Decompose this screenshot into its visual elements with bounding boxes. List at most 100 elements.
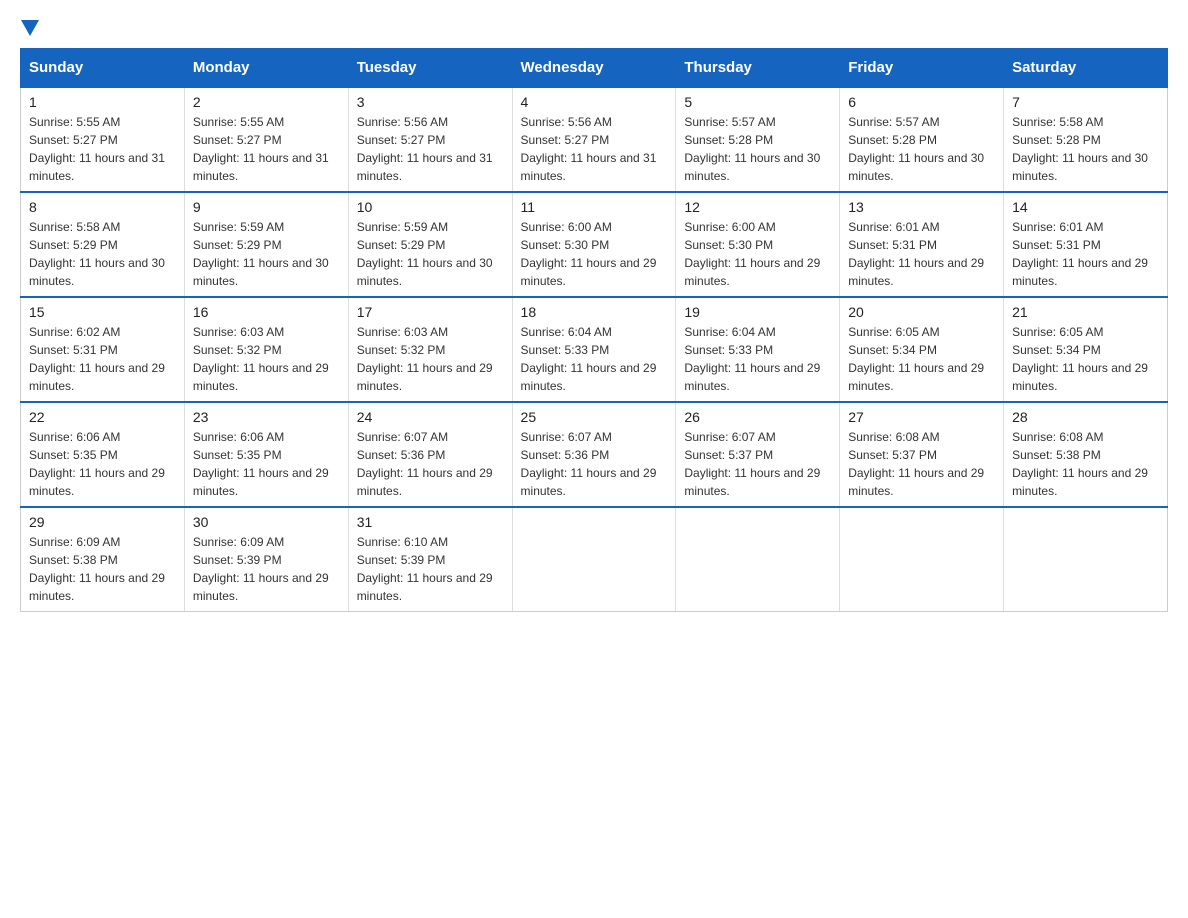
day-number: 4 <box>521 94 668 110</box>
weekday-header-row: SundayMondayTuesdayWednesdayThursdayFrid… <box>21 49 1168 88</box>
day-info: Sunrise: 5:56 AM Sunset: 5:27 PM Dayligh… <box>357 113 504 185</box>
day-number: 2 <box>193 94 340 110</box>
page-header <box>20 20 1168 28</box>
weekday-header-saturday: Saturday <box>1004 49 1168 88</box>
calendar-table: SundayMondayTuesdayWednesdayThursdayFrid… <box>20 48 1168 612</box>
day-info: Sunrise: 6:09 AM Sunset: 5:39 PM Dayligh… <box>193 533 340 605</box>
day-info: Sunrise: 6:06 AM Sunset: 5:35 PM Dayligh… <box>29 428 176 500</box>
day-number: 24 <box>357 409 504 425</box>
day-info: Sunrise: 6:07 AM Sunset: 5:36 PM Dayligh… <box>357 428 504 500</box>
calendar-cell: 30 Sunrise: 6:09 AM Sunset: 5:39 PM Dayl… <box>184 507 348 612</box>
calendar-week-3: 15 Sunrise: 6:02 AM Sunset: 5:31 PM Dayl… <box>21 297 1168 402</box>
weekday-header-tuesday: Tuesday <box>348 49 512 88</box>
day-info: Sunrise: 6:10 AM Sunset: 5:39 PM Dayligh… <box>357 533 504 605</box>
calendar-cell <box>512 507 676 612</box>
weekday-header-thursday: Thursday <box>676 49 840 88</box>
calendar-week-4: 22 Sunrise: 6:06 AM Sunset: 5:35 PM Dayl… <box>21 402 1168 507</box>
day-info: Sunrise: 6:08 AM Sunset: 5:38 PM Dayligh… <box>1012 428 1159 500</box>
day-number: 21 <box>1012 304 1159 320</box>
day-number: 22 <box>29 409 176 425</box>
calendar-cell: 14 Sunrise: 6:01 AM Sunset: 5:31 PM Dayl… <box>1004 192 1168 297</box>
day-number: 29 <box>29 514 176 530</box>
day-info: Sunrise: 6:09 AM Sunset: 5:38 PM Dayligh… <box>29 533 176 605</box>
calendar-cell: 28 Sunrise: 6:08 AM Sunset: 5:38 PM Dayl… <box>1004 402 1168 507</box>
day-number: 6 <box>848 94 995 110</box>
day-number: 23 <box>193 409 340 425</box>
day-number: 7 <box>1012 94 1159 110</box>
logo-arrow-icon <box>21 20 39 36</box>
day-number: 15 <box>29 304 176 320</box>
day-info: Sunrise: 6:03 AM Sunset: 5:32 PM Dayligh… <box>357 323 504 395</box>
day-info: Sunrise: 5:59 AM Sunset: 5:29 PM Dayligh… <box>193 218 340 290</box>
day-info: Sunrise: 6:08 AM Sunset: 5:37 PM Dayligh… <box>848 428 995 500</box>
calendar-cell: 8 Sunrise: 5:58 AM Sunset: 5:29 PM Dayli… <box>21 192 185 297</box>
calendar-cell: 22 Sunrise: 6:06 AM Sunset: 5:35 PM Dayl… <box>21 402 185 507</box>
day-info: Sunrise: 6:03 AM Sunset: 5:32 PM Dayligh… <box>193 323 340 395</box>
calendar-week-2: 8 Sunrise: 5:58 AM Sunset: 5:29 PM Dayli… <box>21 192 1168 297</box>
day-number: 8 <box>29 199 176 215</box>
calendar-cell: 13 Sunrise: 6:01 AM Sunset: 5:31 PM Dayl… <box>840 192 1004 297</box>
calendar-cell: 24 Sunrise: 6:07 AM Sunset: 5:36 PM Dayl… <box>348 402 512 507</box>
logo <box>20 20 39 28</box>
day-number: 9 <box>193 199 340 215</box>
day-number: 20 <box>848 304 995 320</box>
day-number: 1 <box>29 94 176 110</box>
day-number: 3 <box>357 94 504 110</box>
day-number: 13 <box>848 199 995 215</box>
calendar-week-1: 1 Sunrise: 5:55 AM Sunset: 5:27 PM Dayli… <box>21 87 1168 192</box>
day-number: 5 <box>684 94 831 110</box>
day-number: 10 <box>357 199 504 215</box>
day-info: Sunrise: 6:04 AM Sunset: 5:33 PM Dayligh… <box>684 323 831 395</box>
day-info: Sunrise: 6:00 AM Sunset: 5:30 PM Dayligh… <box>684 218 831 290</box>
calendar-cell: 9 Sunrise: 5:59 AM Sunset: 5:29 PM Dayli… <box>184 192 348 297</box>
day-info: Sunrise: 5:55 AM Sunset: 5:27 PM Dayligh… <box>29 113 176 185</box>
day-info: Sunrise: 5:55 AM Sunset: 5:27 PM Dayligh… <box>193 113 340 185</box>
calendar-cell: 16 Sunrise: 6:03 AM Sunset: 5:32 PM Dayl… <box>184 297 348 402</box>
calendar-cell: 23 Sunrise: 6:06 AM Sunset: 5:35 PM Dayl… <box>184 402 348 507</box>
calendar-cell: 3 Sunrise: 5:56 AM Sunset: 5:27 PM Dayli… <box>348 87 512 192</box>
calendar-cell: 17 Sunrise: 6:03 AM Sunset: 5:32 PM Dayl… <box>348 297 512 402</box>
day-number: 16 <box>193 304 340 320</box>
calendar-cell: 18 Sunrise: 6:04 AM Sunset: 5:33 PM Dayl… <box>512 297 676 402</box>
calendar-cell <box>840 507 1004 612</box>
day-number: 30 <box>193 514 340 530</box>
calendar-cell <box>676 507 840 612</box>
calendar-cell: 2 Sunrise: 5:55 AM Sunset: 5:27 PM Dayli… <box>184 87 348 192</box>
day-number: 18 <box>521 304 668 320</box>
day-info: Sunrise: 6:05 AM Sunset: 5:34 PM Dayligh… <box>848 323 995 395</box>
day-info: Sunrise: 6:04 AM Sunset: 5:33 PM Dayligh… <box>521 323 668 395</box>
day-number: 27 <box>848 409 995 425</box>
day-info: Sunrise: 6:00 AM Sunset: 5:30 PM Dayligh… <box>521 218 668 290</box>
calendar-cell: 21 Sunrise: 6:05 AM Sunset: 5:34 PM Dayl… <box>1004 297 1168 402</box>
day-info: Sunrise: 6:07 AM Sunset: 5:36 PM Dayligh… <box>521 428 668 500</box>
day-info: Sunrise: 6:01 AM Sunset: 5:31 PM Dayligh… <box>1012 218 1159 290</box>
calendar-cell: 26 Sunrise: 6:07 AM Sunset: 5:37 PM Dayl… <box>676 402 840 507</box>
weekday-header-wednesday: Wednesday <box>512 49 676 88</box>
day-info: Sunrise: 5:59 AM Sunset: 5:29 PM Dayligh… <box>357 218 504 290</box>
calendar-cell: 10 Sunrise: 5:59 AM Sunset: 5:29 PM Dayl… <box>348 192 512 297</box>
calendar-week-5: 29 Sunrise: 6:09 AM Sunset: 5:38 PM Dayl… <box>21 507 1168 612</box>
calendar-cell: 15 Sunrise: 6:02 AM Sunset: 5:31 PM Dayl… <box>21 297 185 402</box>
calendar-cell: 7 Sunrise: 5:58 AM Sunset: 5:28 PM Dayli… <box>1004 87 1168 192</box>
calendar-cell: 31 Sunrise: 6:10 AM Sunset: 5:39 PM Dayl… <box>348 507 512 612</box>
day-info: Sunrise: 5:58 AM Sunset: 5:29 PM Dayligh… <box>29 218 176 290</box>
calendar-cell: 5 Sunrise: 5:57 AM Sunset: 5:28 PM Dayli… <box>676 87 840 192</box>
day-number: 28 <box>1012 409 1159 425</box>
weekday-header-sunday: Sunday <box>21 49 185 88</box>
weekday-header-friday: Friday <box>840 49 1004 88</box>
day-info: Sunrise: 5:56 AM Sunset: 5:27 PM Dayligh… <box>521 113 668 185</box>
day-number: 17 <box>357 304 504 320</box>
calendar-cell <box>1004 507 1168 612</box>
calendar-cell: 25 Sunrise: 6:07 AM Sunset: 5:36 PM Dayl… <box>512 402 676 507</box>
day-info: Sunrise: 5:57 AM Sunset: 5:28 PM Dayligh… <box>848 113 995 185</box>
calendar-cell: 12 Sunrise: 6:00 AM Sunset: 5:30 PM Dayl… <box>676 192 840 297</box>
calendar-cell: 6 Sunrise: 5:57 AM Sunset: 5:28 PM Dayli… <box>840 87 1004 192</box>
calendar-cell: 27 Sunrise: 6:08 AM Sunset: 5:37 PM Dayl… <box>840 402 1004 507</box>
day-number: 25 <box>521 409 668 425</box>
calendar-cell: 19 Sunrise: 6:04 AM Sunset: 5:33 PM Dayl… <box>676 297 840 402</box>
calendar-cell: 11 Sunrise: 6:00 AM Sunset: 5:30 PM Dayl… <box>512 192 676 297</box>
calendar-cell: 4 Sunrise: 5:56 AM Sunset: 5:27 PM Dayli… <box>512 87 676 192</box>
day-info: Sunrise: 5:57 AM Sunset: 5:28 PM Dayligh… <box>684 113 831 185</box>
day-number: 11 <box>521 199 668 215</box>
day-info: Sunrise: 6:06 AM Sunset: 5:35 PM Dayligh… <box>193 428 340 500</box>
